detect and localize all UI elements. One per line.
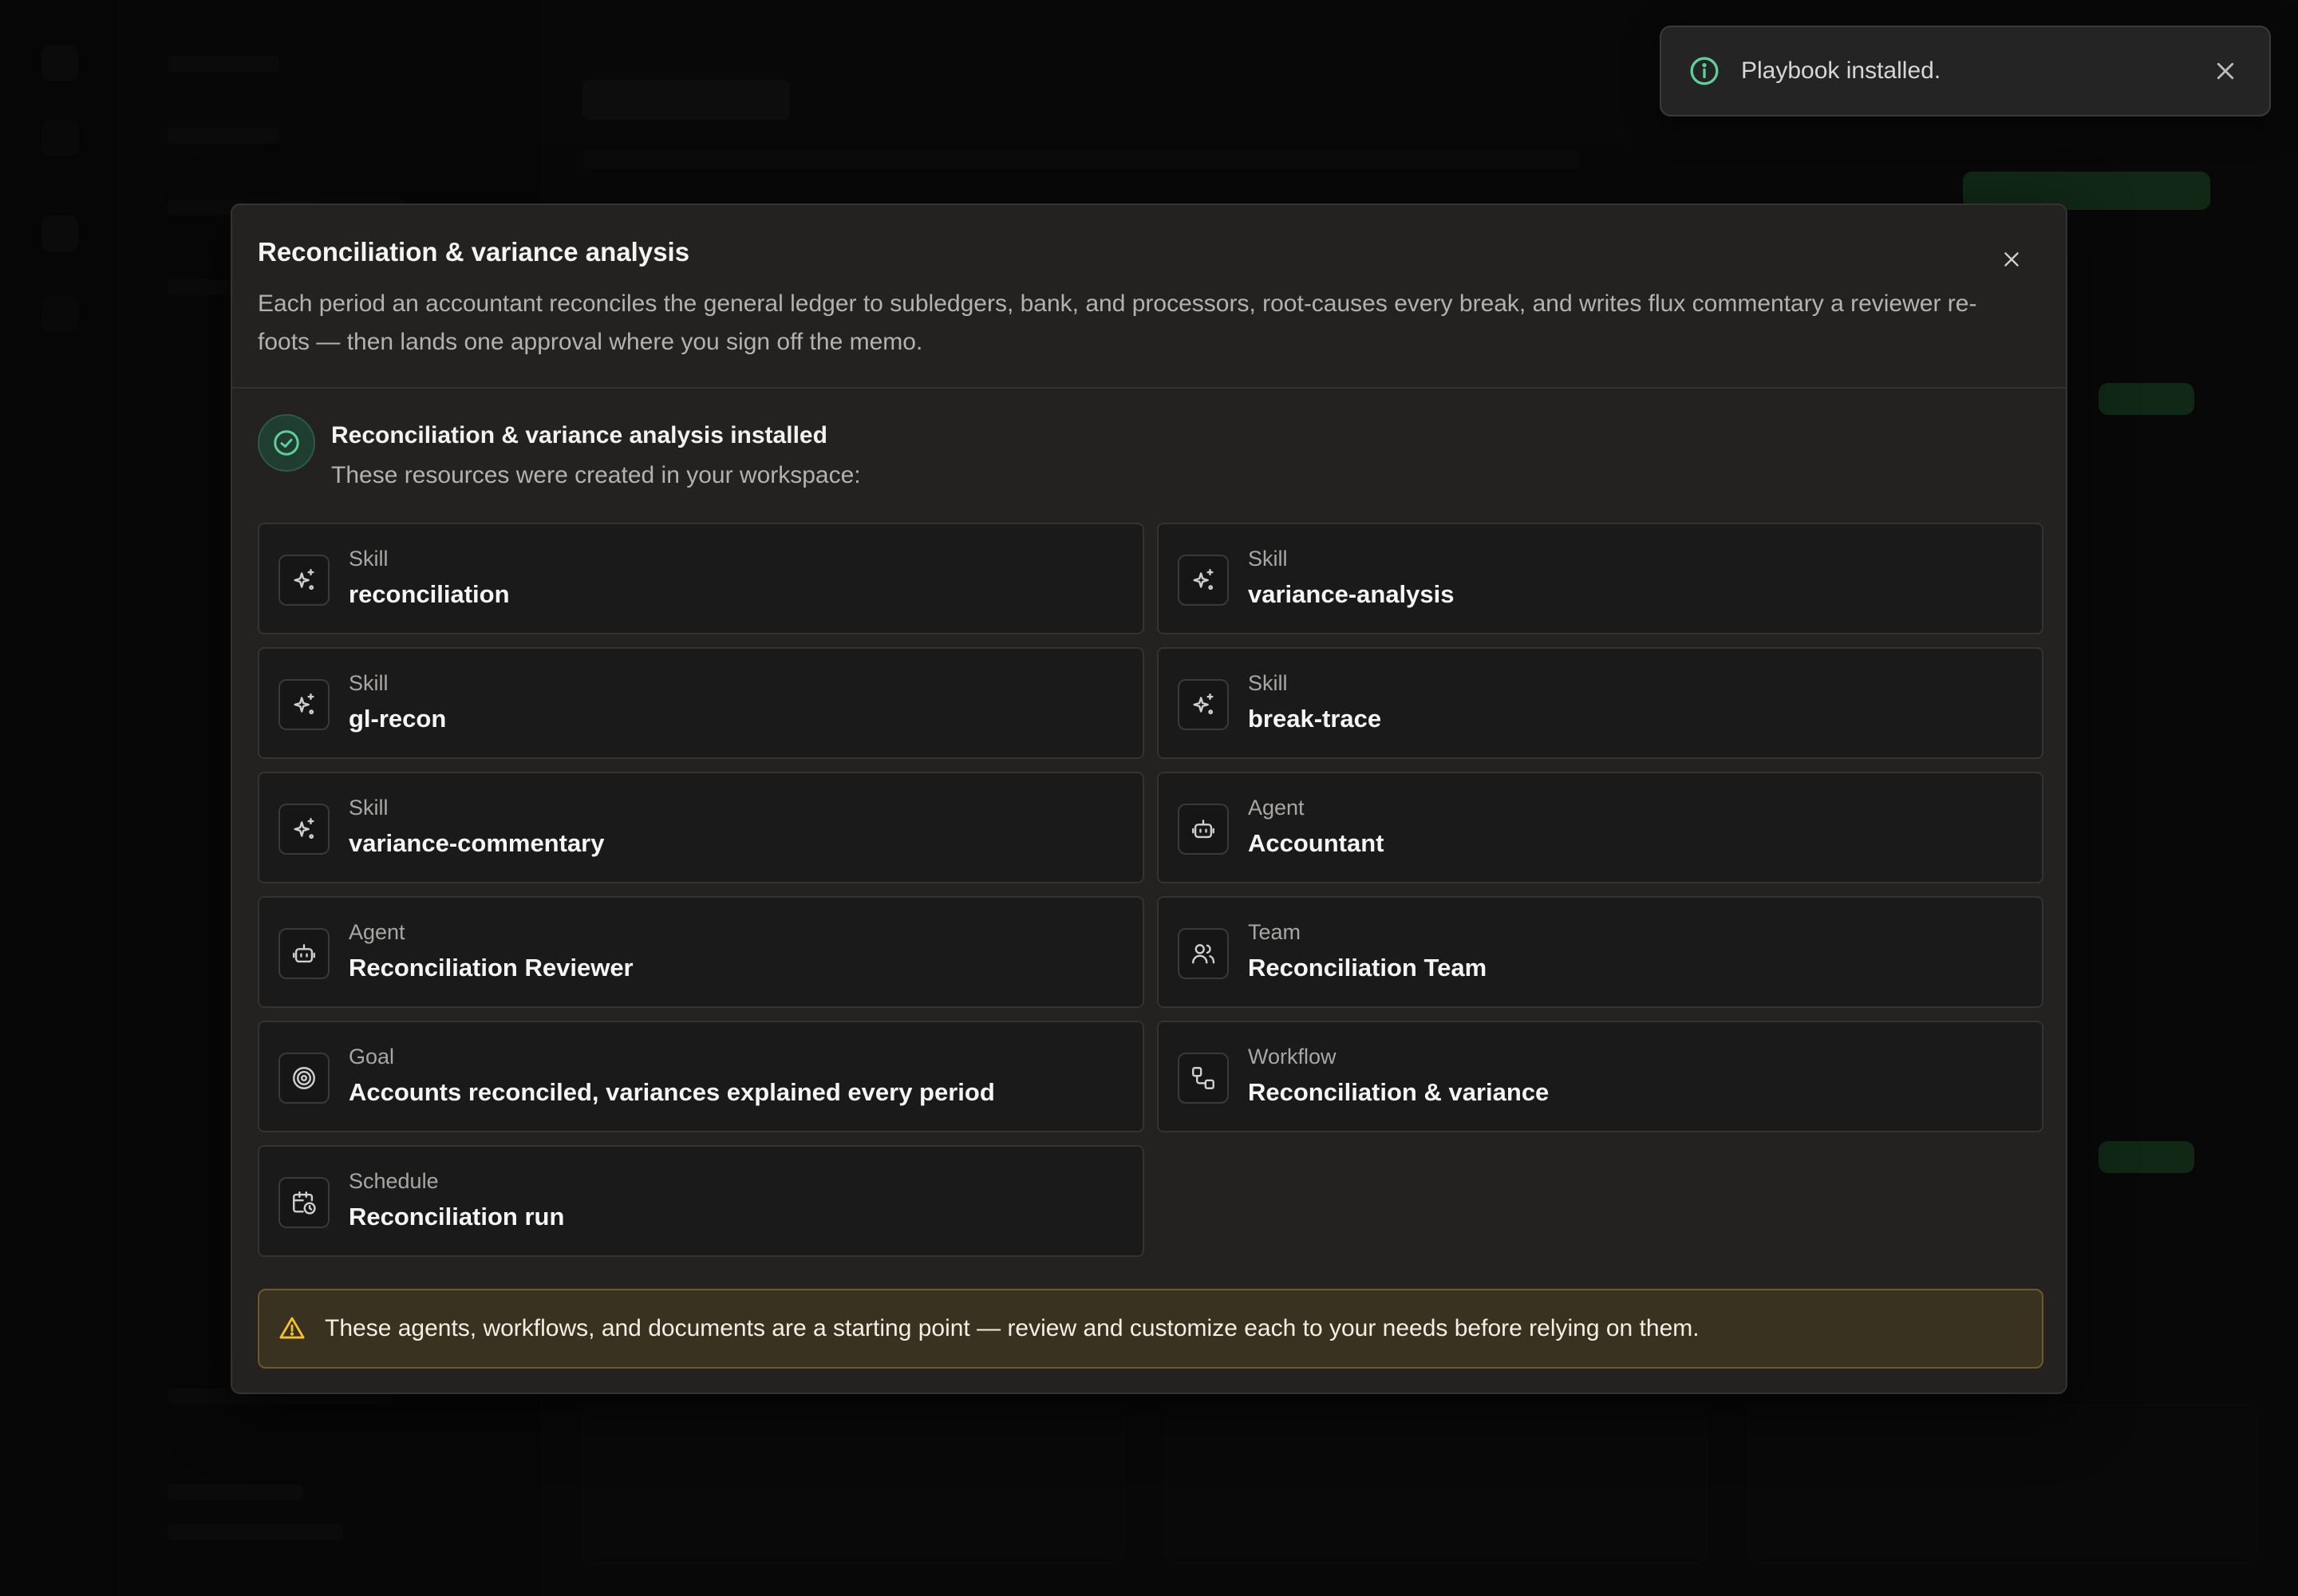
resource-kind: Skill <box>1248 671 1288 695</box>
info-circle-icon <box>1688 55 1720 87</box>
resource-card[interactable]: Skill reconciliation <box>258 523 1144 634</box>
dialog-header: Reconciliation & variance analysis Each … <box>232 205 2066 389</box>
resource-card[interactable]: Skill variance-commentary <box>258 772 1144 883</box>
install-success-banner: Reconciliation & variance analysis insta… <box>258 414 861 488</box>
warning-triangle-icon <box>278 1314 307 1343</box>
resource-name: Reconciliation run <box>349 1203 565 1231</box>
sparkle-icon <box>278 679 330 730</box>
sparkle-icon <box>1178 555 1229 606</box>
success-badge <box>258 414 315 472</box>
resource-card[interactable]: Goal Accounts reconciled, variances expla… <box>258 1021 1144 1132</box>
resource-kind: Skill <box>349 796 389 820</box>
resource-name: variance-commentary <box>349 829 605 857</box>
resource-card[interactable]: Agent Accountant <box>1157 772 2043 883</box>
resource-card[interactable]: Schedule Reconciliation run <box>258 1145 1144 1257</box>
warning-text: These agents, workflows, and documents a… <box>325 1315 1700 1341</box>
resource-name: Reconciliation Team <box>1248 954 1487 982</box>
resource-name: Reconciliation Reviewer <box>349 954 634 982</box>
toast-notification: Playbook installed. <box>1660 26 2271 117</box>
users-icon <box>1178 928 1229 979</box>
resource-name: gl-recon <box>349 705 447 733</box>
resource-kind: Team <box>1248 920 1301 944</box>
resource-kind: Skill <box>349 671 389 695</box>
resource-name: break-trace <box>1248 705 1382 733</box>
sparkle-icon <box>278 804 330 855</box>
sparkle-icon <box>278 555 330 606</box>
robot-icon <box>1178 804 1229 855</box>
target-icon <box>278 1053 330 1104</box>
check-circle-icon <box>274 430 299 456</box>
calendar-clock-icon <box>278 1177 330 1228</box>
success-title: Reconciliation & variance analysis insta… <box>331 422 827 448</box>
resource-card[interactable]: Agent Reconciliation Reviewer <box>258 896 1144 1008</box>
resource-kind: Skill <box>1248 547 1288 571</box>
playbook-installed-dialog: Reconciliation & variance analysis Each … <box>231 203 2067 1394</box>
resource-name: Accounts reconciled, variances explained… <box>349 1078 995 1106</box>
workflow-icon <box>1178 1053 1229 1104</box>
resource-kind: Schedule <box>349 1169 439 1193</box>
resource-name: Reconciliation & variance <box>1248 1078 1550 1106</box>
resource-card[interactable]: Workflow Reconciliation & variance <box>1157 1021 2043 1132</box>
resource-kind: Goal <box>349 1045 395 1069</box>
warning-callout: These agents, workflows, and documents a… <box>258 1289 2043 1369</box>
dialog-title: Reconciliation & variance analysis <box>258 237 690 267</box>
toast-close-button[interactable] <box>2212 57 2239 85</box>
resource-name: reconciliation <box>349 580 510 608</box>
resource-kind: Agent <box>349 920 405 944</box>
resource-kind: Agent <box>1248 796 1305 820</box>
resource-name: Accountant <box>1248 829 1384 857</box>
close-icon <box>2217 62 2234 80</box>
resource-name: variance-analysis <box>1248 580 1455 608</box>
robot-icon <box>278 928 330 979</box>
resource-card[interactable]: Team Reconciliation Team <box>1157 896 2043 1008</box>
close-icon <box>2004 252 2019 267</box>
resource-card[interactable]: Skill variance-analysis <box>1157 523 2043 634</box>
success-subtitle: These resources were created in your wor… <box>331 462 861 488</box>
resource-card[interactable]: Skill gl-recon <box>258 647 1144 759</box>
dialog-close-button[interactable] <box>1996 243 2028 275</box>
sparkle-icon <box>1178 679 1229 730</box>
resource-kind: Skill <box>349 547 389 571</box>
dialog-description: Each period an accountant reconciles the… <box>258 290 1977 355</box>
resource-kind: Workflow <box>1248 1045 1337 1069</box>
toast-message: Playbook installed. <box>1741 57 1941 84</box>
resource-card[interactable]: Skill break-trace <box>1157 647 2043 759</box>
